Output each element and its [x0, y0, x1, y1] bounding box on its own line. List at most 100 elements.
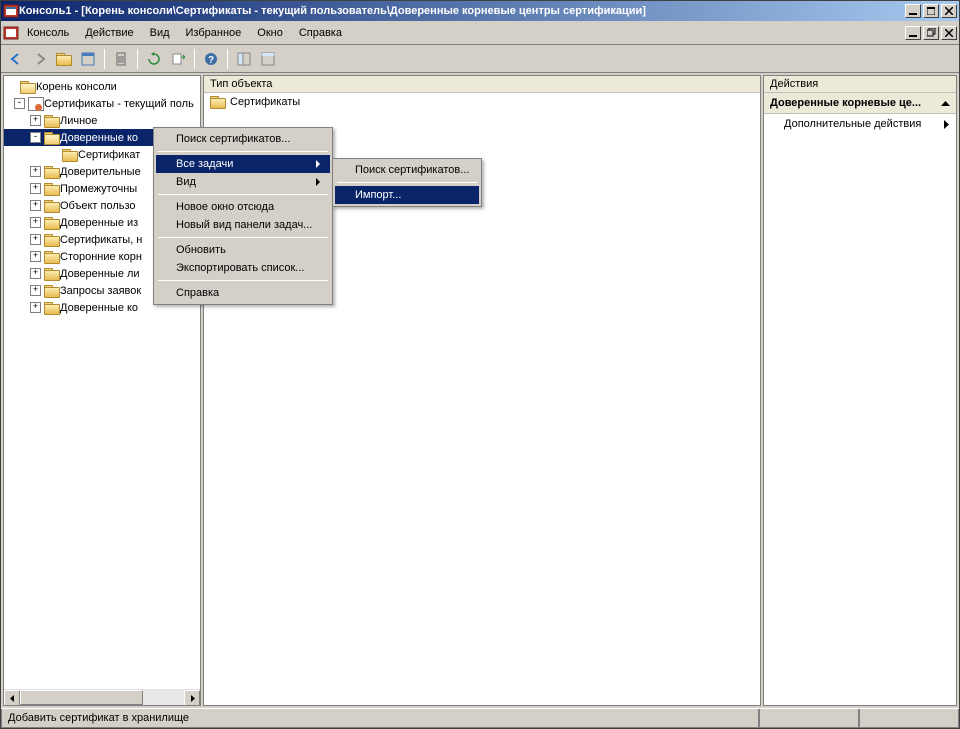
expander-icon[interactable]: +: [30, 251, 41, 262]
expander-icon[interactable]: +: [30, 115, 41, 126]
cm-refresh[interactable]: Обновить: [156, 241, 330, 259]
svg-text:?: ?: [208, 55, 214, 66]
status-cell: [859, 709, 959, 728]
tree-label: Сторонние корн: [60, 251, 142, 263]
tree-label: Корень консоли: [36, 81, 117, 93]
maximize-button[interactable]: [923, 4, 939, 18]
menu-window[interactable]: Окно: [249, 23, 291, 43]
cm-help[interactable]: Справка: [156, 284, 330, 302]
expander-icon[interactable]: +: [30, 200, 41, 211]
mdi-close-button[interactable]: [941, 26, 957, 40]
toolbar: ?: [1, 45, 959, 73]
certificate-snapin-icon: [28, 97, 44, 111]
toolbar-separator: [194, 49, 195, 69]
cm-separator: [337, 182, 477, 183]
expander-icon[interactable]: +: [30, 217, 41, 228]
mdi-app-icon: [3, 25, 19, 41]
up-button[interactable]: [53, 48, 75, 70]
options1-button[interactable]: [233, 48, 255, 70]
export-button[interactable]: [167, 48, 189, 70]
list-item-label: Сертификаты: [230, 96, 300, 108]
minimize-button[interactable]: [905, 4, 921, 18]
back-button[interactable]: [5, 48, 27, 70]
menubar: Консоль Действие Вид Избранное Окно Спра…: [1, 21, 959, 45]
statusbar: Добавить сертификат в хранилище: [1, 708, 959, 728]
delete-button[interactable]: [110, 48, 132, 70]
menu-console[interactable]: Консоль: [19, 23, 77, 43]
tree-root[interactable]: Корень консоли: [4, 78, 200, 95]
tree-label: Личное: [60, 115, 97, 127]
context-submenu: Поиск сертификатов... Импорт...: [332, 158, 482, 207]
folder-icon: [20, 80, 36, 93]
folder-icon: [44, 301, 60, 314]
tree-label: Сертификат: [78, 149, 140, 161]
expander-icon[interactable]: +: [30, 285, 41, 296]
menu-help[interactable]: Справка: [291, 23, 350, 43]
status-cell: [759, 709, 859, 728]
folder-icon: [44, 182, 60, 195]
expander-icon[interactable]: +: [30, 302, 41, 313]
cm-label: Экспортировать список...: [176, 262, 304, 274]
actions-pane: Действия Доверенные корневые це... Допол…: [763, 75, 957, 706]
tree-label: Сертификаты, н: [60, 234, 142, 246]
actions-section-label: Доверенные корневые це...: [770, 97, 921, 109]
folder-icon: [44, 267, 60, 280]
folder-icon: [44, 131, 60, 144]
menu-view[interactable]: Вид: [142, 23, 178, 43]
menu-action[interactable]: Действие: [77, 23, 141, 43]
cm-label: Новый вид панели задач...: [176, 219, 312, 231]
scroll-right-button[interactable]: [184, 690, 200, 706]
expander-icon[interactable]: +: [30, 268, 41, 279]
options2-button[interactable]: [257, 48, 279, 70]
cm-label: Поиск сертификатов...: [176, 133, 290, 145]
forward-button[interactable]: [29, 48, 51, 70]
horizontal-scrollbar[interactable]: [4, 689, 200, 705]
menu-favorites[interactable]: Избранное: [178, 23, 250, 43]
actions-item-label: Дополнительные действия: [784, 118, 921, 130]
collapse-icon: [941, 99, 950, 108]
tree-label: Доверенные ко: [60, 302, 138, 314]
tree-label: Запросы заявок: [60, 285, 141, 297]
mdi-minimize-button[interactable]: [905, 26, 921, 40]
list-item[interactable]: Сертификаты: [204, 93, 760, 110]
list-header[interactable]: Тип объекта: [204, 76, 760, 93]
titlebar: Консоль1 - [Корень консоли\Сертификаты -…: [1, 1, 959, 21]
cm-separator: [158, 194, 328, 195]
cm-separator: [158, 280, 328, 281]
scrollbar-thumb[interactable]: [20, 690, 143, 705]
cm-view[interactable]: Вид: [156, 173, 330, 191]
app-icon: [3, 3, 19, 19]
expander-icon[interactable]: -: [30, 132, 41, 143]
mdi-restore-button[interactable]: [923, 26, 939, 40]
expander-icon[interactable]: +: [30, 166, 41, 177]
scroll-left-button[interactable]: [4, 690, 20, 706]
cm-separator: [158, 237, 328, 238]
scrollbar-track[interactable]: [20, 690, 184, 705]
tree-label: Доверенные ли: [60, 268, 140, 280]
tree-label: Доверенные ко: [60, 132, 138, 144]
cm-export-list[interactable]: Экспортировать список...: [156, 259, 330, 277]
sm-find-certs[interactable]: Поиск сертификатов...: [335, 161, 479, 179]
cm-label: Обновить: [176, 244, 226, 256]
folder-icon: [44, 165, 60, 178]
cm-find-certs[interactable]: Поиск сертификатов...: [156, 130, 330, 148]
show-hide-tree-button[interactable]: [77, 48, 99, 70]
expander-icon[interactable]: +: [30, 183, 41, 194]
cm-new-window[interactable]: Новое окно отсюда: [156, 198, 330, 216]
help-button[interactable]: ?: [200, 48, 222, 70]
folder-icon: [44, 250, 60, 263]
tree-label: Доверенные из: [60, 217, 138, 229]
cm-all-tasks[interactable]: Все задачи: [156, 155, 330, 173]
actions-item-more[interactable]: Дополнительные действия: [764, 114, 956, 134]
tree-certs[interactable]: - Сертификаты - текущий поль: [4, 95, 200, 112]
expander-icon[interactable]: -: [14, 98, 25, 109]
cm-new-taskpad[interactable]: Новый вид панели задач...: [156, 216, 330, 234]
close-button[interactable]: [941, 4, 957, 18]
tree-label: Доверительные: [60, 166, 141, 178]
cm-label: Новое окно отсюда: [176, 201, 274, 213]
expander-icon[interactable]: +: [30, 234, 41, 245]
refresh-button[interactable]: [143, 48, 165, 70]
sm-import[interactable]: Импорт...: [335, 186, 479, 204]
actions-section[interactable]: Доверенные корневые це...: [764, 93, 956, 114]
actions-header: Действия: [764, 76, 956, 93]
